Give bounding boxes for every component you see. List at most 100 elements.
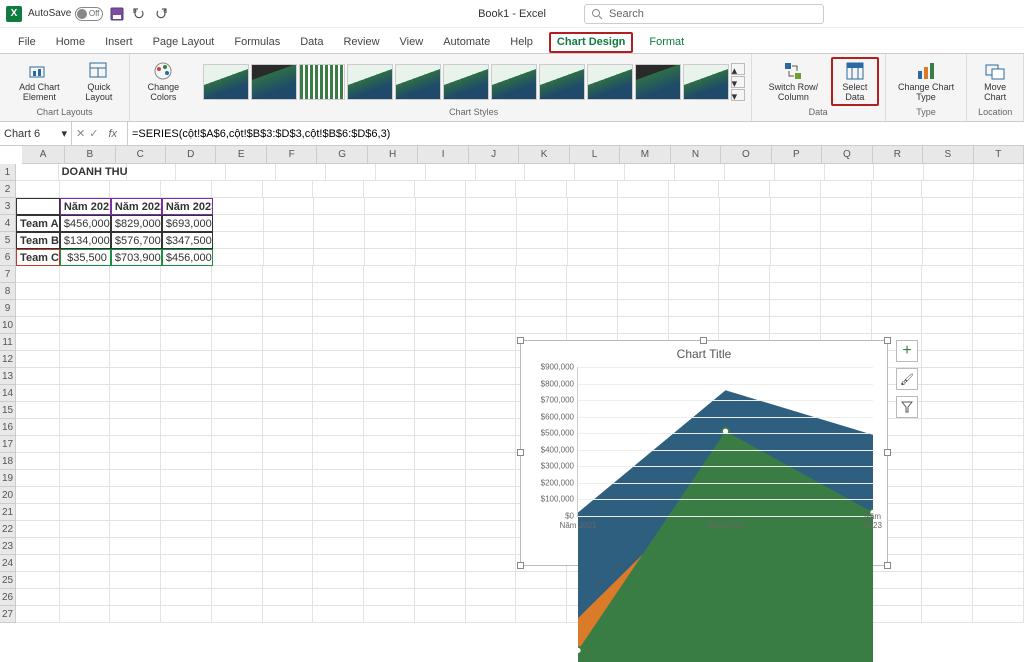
cell[interactable] — [60, 538, 111, 555]
cell[interactable] — [60, 266, 111, 283]
cell[interactable] — [212, 572, 263, 589]
cell[interactable] — [110, 283, 161, 300]
cell[interactable] — [922, 436, 973, 453]
cell[interactable] — [719, 266, 770, 283]
cell[interactable] — [923, 249, 974, 266]
cell[interactable] — [669, 317, 720, 334]
cell[interactable] — [821, 300, 872, 317]
cell[interactable] — [924, 164, 974, 181]
cell[interactable] — [161, 181, 212, 198]
col-header[interactable]: K — [519, 146, 569, 163]
cell[interactable] — [60, 300, 111, 317]
col-header[interactable]: F — [267, 146, 317, 163]
cell[interactable] — [212, 181, 263, 198]
cell[interactable] — [922, 402, 973, 419]
row-header[interactable]: 15 — [0, 402, 16, 419]
cell[interactable] — [872, 266, 923, 283]
cell[interactable] — [872, 283, 923, 300]
cell[interactable] — [110, 351, 161, 368]
cell[interactable] — [466, 470, 517, 487]
cell[interactable] — [923, 215, 974, 232]
cell[interactable] — [415, 351, 466, 368]
cell[interactable] — [212, 368, 263, 385]
cell[interactable] — [212, 351, 263, 368]
cell[interactable] — [263, 606, 314, 623]
cell[interactable] — [466, 419, 517, 436]
row-header[interactable]: 9 — [0, 300, 16, 317]
cell[interactable] — [364, 181, 415, 198]
cell[interactable]: $829,000 — [111, 215, 162, 232]
cell[interactable] — [314, 232, 365, 249]
cell[interactable] — [263, 521, 314, 538]
tab-view[interactable]: View — [396, 32, 428, 53]
cell[interactable] — [60, 402, 111, 419]
cell[interactable] — [466, 198, 517, 215]
cell[interactable] — [313, 521, 364, 538]
cell[interactable] — [625, 164, 675, 181]
cell[interactable] — [263, 368, 314, 385]
cell[interactable] — [264, 198, 315, 215]
cell[interactable] — [161, 266, 212, 283]
cell[interactable] — [226, 164, 276, 181]
cell[interactable] — [872, 606, 923, 623]
row-header[interactable]: 23 — [0, 538, 16, 555]
cell[interactable] — [16, 419, 60, 436]
cell[interactable] — [466, 453, 517, 470]
cell[interactable] — [364, 368, 415, 385]
cell[interactable] — [364, 487, 415, 504]
tab-help[interactable]: Help — [506, 32, 537, 53]
cell[interactable] — [60, 334, 111, 351]
cell[interactable] — [567, 181, 618, 198]
cell[interactable] — [60, 385, 111, 402]
cell[interactable] — [313, 300, 364, 317]
cell[interactable] — [110, 521, 161, 538]
row-header[interactable]: 11 — [0, 334, 16, 351]
cell[interactable] — [60, 555, 111, 572]
cell[interactable] — [567, 283, 618, 300]
cell[interactable] — [364, 538, 415, 555]
undo-icon[interactable] — [131, 6, 147, 22]
cell[interactable] — [466, 487, 517, 504]
cell[interactable] — [161, 470, 212, 487]
cell[interactable] — [161, 368, 212, 385]
cell[interactable] — [110, 181, 161, 198]
cell[interactable] — [669, 232, 720, 249]
col-header[interactable]: J — [469, 146, 519, 163]
chart-style-11[interactable] — [683, 64, 729, 100]
cell[interactable] — [466, 521, 517, 538]
cell[interactable] — [922, 470, 973, 487]
chart-plot-area[interactable]: $0$100,000$200,000$300,000$400,000$500,0… — [577, 367, 873, 517]
cell[interactable] — [313, 351, 364, 368]
cell[interactable] — [263, 470, 314, 487]
cell[interactable] — [60, 572, 111, 589]
cell[interactable] — [922, 266, 973, 283]
cell[interactable] — [313, 589, 364, 606]
cell[interactable] — [922, 521, 973, 538]
cell[interactable] — [161, 606, 212, 623]
cell[interactable] — [821, 198, 872, 215]
cell[interactable] — [415, 436, 466, 453]
cell[interactable] — [364, 266, 415, 283]
cell[interactable] — [212, 538, 263, 555]
cell[interactable] — [415, 589, 466, 606]
cell[interactable] — [973, 419, 1024, 436]
tab-formulas[interactable]: Formulas — [230, 32, 284, 53]
row-header[interactable]: 14 — [0, 385, 16, 402]
cell[interactable] — [16, 504, 60, 521]
cell[interactable] — [263, 351, 314, 368]
cell[interactable] — [974, 164, 1024, 181]
cell[interactable] — [973, 589, 1024, 606]
cell[interactable] — [922, 504, 973, 521]
row-header[interactable]: 24 — [0, 555, 16, 572]
cell[interactable] — [313, 436, 364, 453]
cell[interactable] — [618, 198, 669, 215]
tab-insert[interactable]: Insert — [101, 32, 137, 53]
cell[interactable] — [466, 351, 517, 368]
cell[interactable] — [973, 504, 1024, 521]
resize-handle[interactable] — [517, 337, 524, 344]
cell[interactable] — [16, 487, 60, 504]
cell[interactable] — [922, 419, 973, 436]
cell[interactable] — [110, 538, 161, 555]
resize-handle[interactable] — [884, 449, 891, 456]
cell[interactable] — [720, 198, 771, 215]
